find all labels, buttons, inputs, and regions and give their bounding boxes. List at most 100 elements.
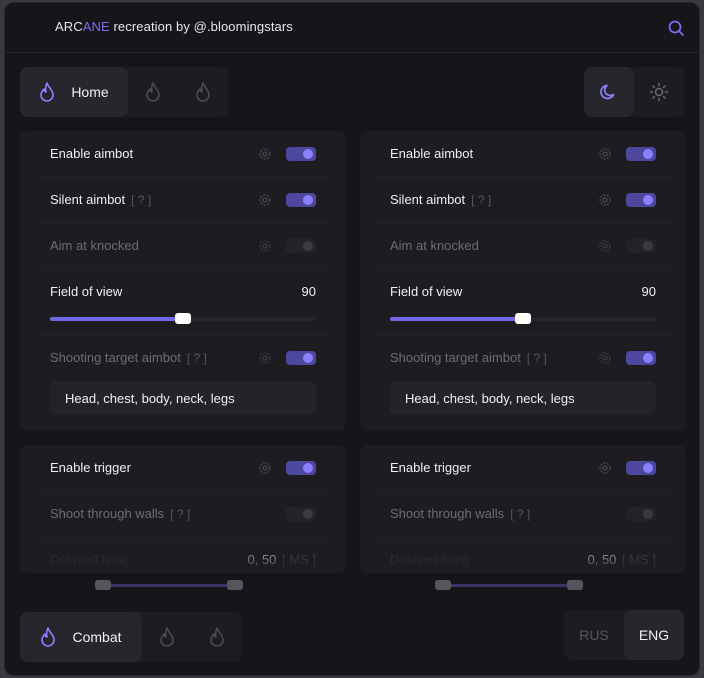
fov-slider-thumb[interactable]: [515, 313, 531, 324]
tab-combat[interactable]: Combat: [20, 612, 142, 662]
flame-icon: [195, 82, 211, 102]
trigger-panel-right: Enable trigger Shoot through walls[ ? ] …: [360, 445, 686, 573]
gear-icon[interactable]: [258, 147, 272, 161]
gear-icon[interactable]: [598, 239, 612, 253]
delay-range-min-thumb[interactable]: [95, 580, 111, 590]
help-hint[interactable]: [ ? ]: [510, 507, 530, 521]
fov-label: Field of view: [390, 284, 463, 299]
fov-row: Field of view 90: [20, 269, 346, 315]
tab-home[interactable]: Home: [20, 67, 128, 117]
silent-aimbot-label: Silent aimbot[ ? ]: [50, 192, 152, 207]
tab-flame-2[interactable]: [128, 67, 178, 117]
shoot-walls-toggle[interactable]: [286, 507, 316, 521]
shooting-target-label: Shooting target aimbot[ ? ]: [50, 350, 207, 365]
aim-knocked-toggle[interactable]: [286, 239, 316, 253]
delayed-firing-label: Delayed firing: [390, 552, 470, 567]
fov-value: 90: [301, 284, 316, 299]
title-bar: ARCANE recreation by @.bloomingstars: [5, 3, 699, 53]
aimbot-panel-right: Enable aimbot Silent aimbot[ ? ] Aim at …: [360, 131, 686, 431]
target-parts-value: Head, chest, body, neck, legs: [405, 391, 575, 406]
tab-home-label: Home: [71, 84, 109, 100]
gear-icon[interactable]: [598, 193, 612, 207]
silent-aimbot-toggle[interactable]: [626, 193, 656, 207]
shooting-target-toggle[interactable]: [626, 351, 656, 365]
fov-slider-fill: [50, 317, 183, 321]
enable-trigger-label: Enable trigger: [50, 460, 131, 475]
target-parts-select[interactable]: Head, chest, body, neck, legs: [50, 381, 316, 415]
delay-value: 0, 50 [ MS ]: [587, 552, 657, 567]
gear-icon[interactable]: [598, 351, 612, 365]
search-icon[interactable]: [667, 19, 685, 37]
target-parts-select[interactable]: Head, chest, body, neck, legs: [390, 381, 656, 415]
shooting-target-toggle[interactable]: [286, 351, 316, 365]
enable-trigger-row: Enable trigger: [360, 445, 686, 491]
lang-rus-button[interactable]: RUS: [564, 610, 624, 660]
gear-icon[interactable]: [258, 193, 272, 207]
shooting-target-row: Shooting target aimbot[ ? ]: [20, 335, 346, 381]
silent-aimbot-row: Silent aimbot[ ? ]: [360, 177, 686, 223]
delay-range-slider[interactable]: [435, 580, 583, 590]
lang-eng-button[interactable]: ENG: [624, 610, 684, 660]
delayed-firing-row: Delayed firing 0, 50 [ MS ]: [20, 537, 346, 573]
enable-aimbot-toggle[interactable]: [626, 147, 656, 161]
gear-icon[interactable]: [258, 239, 272, 253]
gear-icon[interactable]: [598, 147, 612, 161]
gear-icon[interactable]: [258, 461, 272, 475]
delay-value: 0, 50 [ MS ]: [247, 552, 317, 567]
fov-value: 90: [641, 284, 656, 299]
flame-icon: [159, 627, 175, 647]
delay-range-min-thumb[interactable]: [435, 580, 451, 590]
enable-trigger-toggle[interactable]: [626, 461, 656, 475]
enable-trigger-label: Enable trigger: [390, 460, 471, 475]
target-parts-value: Head, chest, body, neck, legs: [65, 391, 235, 406]
flame-icon: [209, 627, 225, 647]
fov-slider[interactable]: [50, 313, 316, 324]
tab-flame-b3[interactable]: [192, 612, 242, 662]
aim-knocked-row: Aim at knocked: [20, 223, 346, 269]
gear-icon[interactable]: [258, 351, 272, 365]
delay-range-slider[interactable]: [95, 580, 243, 590]
help-hint[interactable]: [ ? ]: [131, 193, 151, 207]
shooting-target-label: Shooting target aimbot[ ? ]: [390, 350, 547, 365]
trigger-panel-left: Enable trigger Shoot through walls[ ? ] …: [20, 445, 346, 573]
language-switcher: RUS ENG: [564, 610, 684, 660]
tab-flame-3[interactable]: [178, 67, 228, 117]
delay-range-max-thumb[interactable]: [567, 580, 583, 590]
help-hint[interactable]: [ ? ]: [187, 351, 207, 365]
silent-aimbot-label: Silent aimbot[ ? ]: [390, 192, 492, 207]
enable-trigger-toggle[interactable]: [286, 461, 316, 475]
theme-toggle-group: [584, 67, 684, 117]
fov-slider[interactable]: [390, 313, 656, 324]
shoot-walls-toggle[interactable]: [626, 507, 656, 521]
enable-aimbot-label: Enable aimbot: [390, 146, 474, 161]
tab-flame-b2[interactable]: [142, 612, 192, 662]
shoot-walls-label: Shoot through walls[ ? ]: [390, 506, 531, 521]
light-theme-button[interactable]: [634, 67, 684, 117]
tab-combat-label: Combat: [72, 629, 122, 645]
delayed-firing-label: Delayed firing: [50, 552, 130, 567]
aimbot-panel-left: Enable aimbot Silent aimbot[ ? ] Aim at …: [20, 131, 346, 431]
app-window: ARCANE recreation by @.bloomingstars Hom…: [4, 2, 700, 676]
dark-theme-button[interactable]: [584, 67, 634, 117]
flame-icon: [39, 82, 55, 102]
flame-icon: [40, 627, 56, 647]
silent-aimbot-toggle[interactable]: [286, 193, 316, 207]
fov-label: Field of view: [50, 284, 123, 299]
moon-icon: [600, 84, 615, 100]
aim-knocked-toggle[interactable]: [626, 239, 656, 253]
delay-range-max-thumb[interactable]: [227, 580, 243, 590]
shoot-walls-row: Shoot through walls[ ? ]: [360, 491, 686, 537]
sun-icon: [649, 82, 669, 102]
app-title: ARCANE recreation by @.bloomingstars: [55, 19, 293, 34]
fov-slider-fill: [390, 317, 523, 321]
help-hint[interactable]: [ ? ]: [471, 193, 491, 207]
fov-slider-thumb[interactable]: [175, 313, 191, 324]
delayed-firing-row: Delayed firing 0, 50 [ MS ]: [360, 537, 686, 573]
enable-aimbot-toggle[interactable]: [286, 147, 316, 161]
help-hint[interactable]: [ ? ]: [527, 351, 547, 365]
help-hint[interactable]: [ ? ]: [170, 507, 190, 521]
enable-aimbot-label: Enable aimbot: [50, 146, 134, 161]
shooting-target-row: Shooting target aimbot[ ? ]: [360, 335, 686, 381]
silent-aimbot-row: Silent aimbot[ ? ]: [20, 177, 346, 223]
gear-icon[interactable]: [598, 461, 612, 475]
